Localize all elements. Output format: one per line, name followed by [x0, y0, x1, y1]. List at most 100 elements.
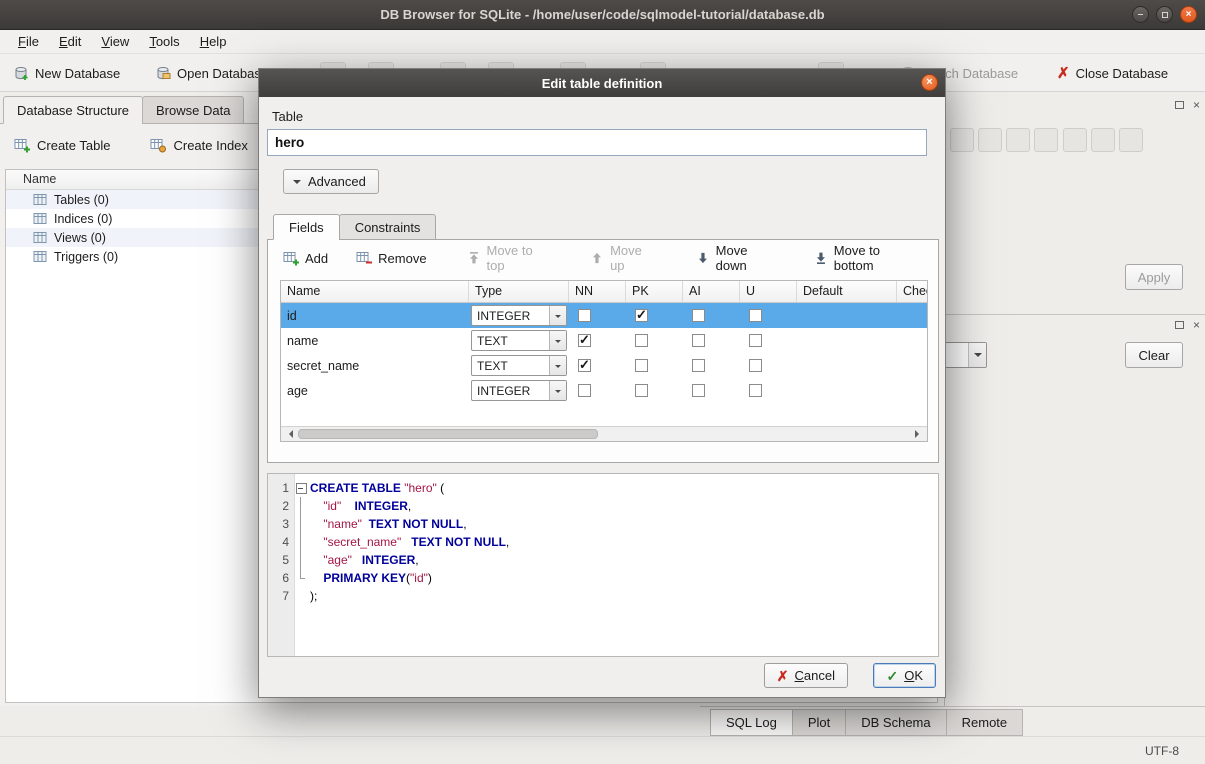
- chevron-down-icon[interactable]: [549, 331, 566, 350]
- grid-column-header[interactable]: Default: [797, 281, 897, 302]
- field-row[interactable]: secret_name TEXT: [281, 353, 927, 378]
- close-database-button[interactable]: ✗ Close Database: [1050, 59, 1175, 87]
- create-table-button[interactable]: Create Table: [8, 133, 116, 157]
- cell-editor-toolbar-icon[interactable]: [1091, 128, 1115, 152]
- field-type-combobox[interactable]: TEXT: [471, 355, 567, 376]
- nn-checkbox[interactable]: [578, 384, 591, 397]
- remove-field-button[interactable]: Remove: [351, 246, 431, 270]
- u-checkbox[interactable]: [749, 384, 762, 397]
- bottom-tab[interactable]: Remote: [946, 709, 1024, 736]
- move-to-bottom-button[interactable]: Move to bottom: [809, 239, 928, 277]
- cell-editor-toolbar-icon[interactable]: [1034, 128, 1058, 152]
- grid-column-header[interactable]: PK: [626, 281, 683, 302]
- field-type-combobox[interactable]: TEXT: [471, 330, 567, 351]
- nn-checkbox[interactable]: [578, 359, 591, 372]
- new-database-button[interactable]: New Database: [6, 59, 127, 87]
- tab-constraints[interactable]: Constraints: [339, 214, 437, 240]
- fold-marker[interactable]: [294, 569, 308, 587]
- bottom-tab[interactable]: SQL Log: [710, 709, 793, 736]
- scroll-right-icon[interactable]: [911, 427, 927, 441]
- dock-close-icon[interactable]: ×: [1193, 319, 1200, 331]
- move-up-button[interactable]: Move up: [585, 239, 665, 277]
- horizontal-scrollbar[interactable]: [281, 426, 927, 441]
- cell-editor-toolbar-icon[interactable]: [978, 128, 1002, 152]
- field-row[interactable]: name TEXT: [281, 328, 927, 353]
- chevron-down-icon[interactable]: [549, 381, 566, 400]
- menu-item[interactable]: Help: [190, 31, 237, 52]
- advanced-toggle-button[interactable]: Advanced: [283, 169, 379, 194]
- chevron-down-icon[interactable]: [549, 356, 566, 375]
- field-check-cell[interactable]: [897, 353, 927, 378]
- field-name-cell[interactable]: secret_name: [281, 353, 469, 378]
- dock-float-icon[interactable]: [1175, 321, 1184, 329]
- close-button[interactable]: ×: [1180, 6, 1197, 23]
- pk-checkbox[interactable]: [635, 334, 648, 347]
- tab-database-structure[interactable]: Database Structure: [3, 96, 143, 124]
- menu-item[interactable]: Tools: [139, 31, 189, 52]
- tab-fields[interactable]: Fields: [273, 214, 340, 240]
- field-check-cell[interactable]: [897, 303, 927, 328]
- field-default-cell[interactable]: [797, 328, 897, 353]
- move-down-button[interactable]: Move down: [691, 239, 787, 277]
- nn-checkbox[interactable]: [578, 334, 591, 347]
- maximize-button[interactable]: [1156, 6, 1173, 23]
- clear-button[interactable]: Clear: [1125, 342, 1183, 368]
- field-name-cell[interactable]: id: [281, 303, 469, 328]
- cell-editor-toolbar-icon[interactable]: [1119, 128, 1143, 152]
- menu-item[interactable]: Edit: [49, 31, 91, 52]
- field-default-cell[interactable]: [797, 303, 897, 328]
- chevron-down-icon[interactable]: [549, 306, 566, 325]
- scroll-left-icon[interactable]: [281, 427, 297, 441]
- field-row[interactable]: id INTEGER: [281, 303, 927, 328]
- field-name-cell[interactable]: name: [281, 328, 469, 353]
- field-type-combobox[interactable]: INTEGER: [471, 305, 567, 326]
- bottom-tab[interactable]: DB Schema: [845, 709, 946, 736]
- nn-checkbox[interactable]: [578, 309, 591, 322]
- grid-column-header[interactable]: Check: [897, 281, 927, 302]
- dock-float-icon[interactable]: [1175, 101, 1184, 109]
- field-row[interactable]: age INTEGER: [281, 378, 927, 403]
- ai-checkbox[interactable]: [692, 309, 705, 322]
- minimize-button[interactable]: –: [1132, 6, 1149, 23]
- grid-column-header[interactable]: Type: [469, 281, 569, 302]
- encoding-indicator[interactable]: UTF-8: [1145, 744, 1179, 758]
- pk-checkbox[interactable]: [635, 359, 648, 372]
- menu-item[interactable]: File: [8, 31, 49, 52]
- grid-column-header[interactable]: Name: [281, 281, 469, 302]
- field-check-cell[interactable]: [897, 328, 927, 353]
- open-database-button[interactable]: Open Database: [148, 59, 275, 87]
- ok-button[interactable]: ✓ OK: [873, 663, 936, 688]
- field-type-combobox[interactable]: INTEGER: [471, 380, 567, 401]
- u-checkbox[interactable]: [749, 359, 762, 372]
- cell-editor-toolbar-icon[interactable]: [1006, 128, 1030, 152]
- scrollbar-thumb[interactable]: [298, 429, 598, 439]
- field-name-cell[interactable]: age: [281, 378, 469, 403]
- tab-browse-data[interactable]: Browse Data: [142, 96, 244, 124]
- cell-editor-toolbar-icon[interactable]: [1063, 128, 1087, 152]
- fold-marker[interactable]: [294, 551, 308, 569]
- cell-editor-toolbar-icon[interactable]: [950, 128, 974, 152]
- sql-preview[interactable]: 1 CREATE TABLE "hero" ( 2 "id" INTEGER, …: [267, 473, 939, 657]
- menu-item[interactable]: View: [91, 31, 139, 52]
- fold-marker[interactable]: [294, 587, 308, 605]
- grid-column-header[interactable]: U: [740, 281, 797, 302]
- add-field-button[interactable]: Add: [278, 246, 333, 270]
- fold-marker[interactable]: [294, 497, 308, 515]
- ai-checkbox[interactable]: [692, 384, 705, 397]
- fold-marker[interactable]: [294, 533, 308, 551]
- table-name-input[interactable]: [267, 129, 927, 156]
- move-to-top-button[interactable]: Move to top: [462, 239, 560, 277]
- pk-checkbox[interactable]: [635, 309, 648, 322]
- dialog-close-button[interactable]: ×: [921, 74, 938, 91]
- u-checkbox[interactable]: [749, 309, 762, 322]
- field-check-cell[interactable]: [897, 378, 927, 403]
- fold-marker[interactable]: [294, 515, 308, 533]
- fold-marker[interactable]: [294, 479, 308, 497]
- field-default-cell[interactable]: [797, 353, 897, 378]
- ai-checkbox[interactable]: [692, 334, 705, 347]
- grid-column-header[interactable]: NN: [569, 281, 626, 302]
- pk-checkbox[interactable]: [635, 384, 648, 397]
- cancel-button[interactable]: ✗ Cancel: [764, 663, 848, 688]
- apply-button[interactable]: Apply: [1125, 264, 1183, 290]
- dock-close-icon[interactable]: ×: [1193, 99, 1200, 111]
